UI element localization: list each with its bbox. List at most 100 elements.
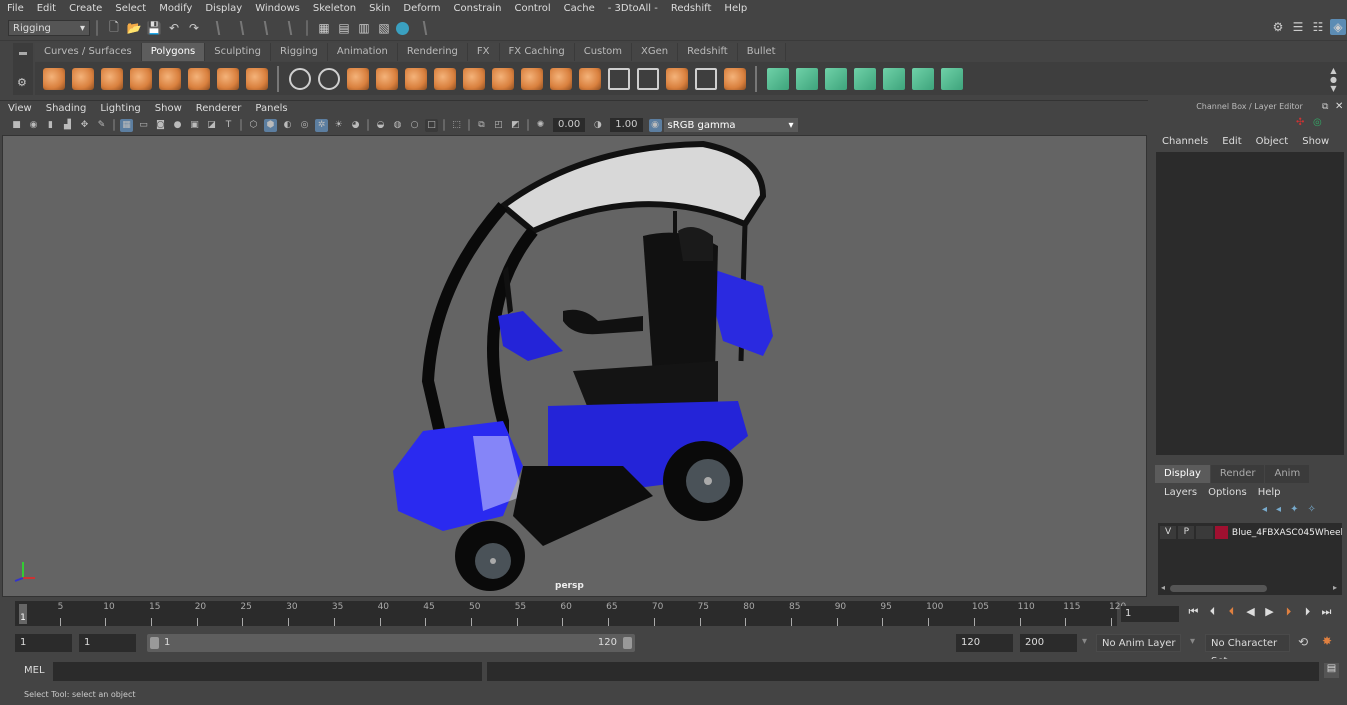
exposure-field[interactable]: 0.00 xyxy=(553,118,586,132)
layer-menu-layers[interactable]: Layers xyxy=(1164,487,1197,498)
spherical-uv-icon[interactable] xyxy=(824,67,847,90)
depth-of-field-icon[interactable]: ○ xyxy=(408,119,421,132)
step-forward-key-icon[interactable]: ⏵ xyxy=(1279,605,1298,619)
current-frame-field[interactable]: 1 xyxy=(1121,606,1179,622)
safe-title-icon[interactable]: T xyxy=(222,119,235,132)
shelf-tab-xgen[interactable]: XGen xyxy=(632,43,679,61)
gate-mask-icon[interactable]: ● xyxy=(171,119,184,132)
uv-toolkit-icon[interactable] xyxy=(911,67,934,90)
step-forward-frame-icon[interactable]: ⏵ xyxy=(1298,605,1317,619)
layer-tab-display[interactable]: Display xyxy=(1155,465,1210,483)
collapse-handle[interactable] xyxy=(211,21,221,35)
layer-tab-anim[interactable]: Anim xyxy=(1265,465,1310,483)
poly-cylinder-icon[interactable] xyxy=(100,67,123,90)
automatic-uv-icon[interactable] xyxy=(853,67,876,90)
menu-deform[interactable]: Deform xyxy=(403,3,440,14)
layer-menu-options[interactable]: Options xyxy=(1208,487,1247,498)
poly-cube-icon[interactable] xyxy=(71,67,94,90)
menu-set-dropdown[interactable]: Rigging ▾ xyxy=(8,20,90,36)
triangulate-icon[interactable] xyxy=(665,67,688,90)
merge-icon[interactable] xyxy=(520,67,543,90)
script-editor-icon[interactable]: ▤ xyxy=(1324,663,1339,678)
channel-list[interactable] xyxy=(1156,152,1344,455)
grid-icon[interactable]: ▦ xyxy=(120,118,133,132)
scroll-left-icon[interactable]: ◂ xyxy=(1161,583,1165,592)
motion-blur-icon[interactable]: ◒ xyxy=(374,119,387,132)
menu-file[interactable]: File xyxy=(7,3,24,14)
shelf-tab-rigging[interactable]: Rigging xyxy=(270,43,328,61)
render-settings-icon[interactable]: ▧ xyxy=(376,20,392,36)
open-scene-icon[interactable]: 📂 xyxy=(126,20,142,36)
shelf-tab-redshift[interactable]: Redshift xyxy=(678,43,738,61)
tool-settings-icon[interactable]: ☷ xyxy=(1310,19,1326,35)
xray-active-icon[interactable]: ◰ xyxy=(492,119,505,132)
go-to-end-icon[interactable]: ⏭ xyxy=(1317,605,1336,619)
default-material-icon[interactable]: ◐ xyxy=(281,119,294,132)
camera-attributes-icon[interactable]: ◉ xyxy=(27,119,40,132)
render-current-frame-icon[interactable]: ▦ xyxy=(316,20,332,36)
2d-pan-zoom-icon[interactable]: ✥ xyxy=(78,119,91,132)
anim-layer-chevron-icon[interactable]: ▾ xyxy=(1082,636,1087,647)
fill-hole-icon[interactable] xyxy=(723,67,746,90)
auto-key-icon[interactable]: ⟲ xyxy=(1298,635,1308,649)
range-slider[interactable]: 1 120 xyxy=(147,634,635,652)
menu-modify[interactable]: Modify xyxy=(159,3,192,14)
menu-cache[interactable]: Cache xyxy=(564,3,595,14)
float-panel-icon[interactable]: ⧉ xyxy=(1322,102,1328,112)
shelf-tab-bullet[interactable]: Bullet xyxy=(737,43,786,61)
color-space-dropdown[interactable]: sRGB gamma ▾ xyxy=(663,118,798,132)
character-set-chevron-icon[interactable]: ▾ xyxy=(1190,636,1195,647)
shelf-tabs-menu-icon[interactable] xyxy=(19,52,27,55)
collapse-handle[interactable] xyxy=(235,21,245,35)
shelf-tab-fx[interactable]: FX xyxy=(467,43,500,61)
poly-sphere-icon[interactable] xyxy=(42,67,65,90)
animation-end-field[interactable]: 200 xyxy=(1020,634,1077,652)
layer-tab-render[interactable]: Render xyxy=(1210,465,1265,483)
quadrangulate-icon[interactable] xyxy=(694,67,717,90)
safe-action-icon[interactable]: ◪ xyxy=(205,119,218,132)
target-weld-icon[interactable] xyxy=(578,67,601,90)
shelf-settings-gear-icon[interactable]: ⚙ xyxy=(17,76,27,89)
anti-aliasing-icon[interactable]: ◍ xyxy=(391,119,404,132)
new-empty-layer-icon[interactable]: ✦ xyxy=(1290,504,1298,515)
anim-layer-dropdown[interactable]: No Anim Layer xyxy=(1096,634,1181,652)
bookmark-icon[interactable]: ▮ xyxy=(44,119,57,132)
attribute-editor-icon[interactable]: ☰ xyxy=(1290,19,1306,35)
hypershade-icon[interactable] xyxy=(396,21,409,35)
menu-create[interactable]: Create xyxy=(69,3,102,14)
uv-editor-icon[interactable] xyxy=(882,67,905,90)
menu-3dtoall[interactable]: - 3DtoAll - xyxy=(608,3,658,14)
ipr-render-icon[interactable]: ▥ xyxy=(356,20,372,36)
gamma-icon[interactable]: ◑ xyxy=(591,119,604,132)
modeling-toolkit-icon[interactable]: ⚙ xyxy=(1270,19,1286,35)
smooth-icon[interactable] xyxy=(375,67,398,90)
gamma-field[interactable]: 1.00 xyxy=(610,118,643,132)
mirror-icon[interactable] xyxy=(346,67,369,90)
animation-start-field[interactable]: 1 xyxy=(15,634,72,652)
poly-pipe-icon[interactable] xyxy=(245,67,268,90)
shelf-tab-polygons[interactable]: Polygons xyxy=(141,43,206,61)
current-time-marker[interactable]: 1 xyxy=(19,604,27,624)
channel-box-menu-show[interactable]: Show xyxy=(1302,136,1329,147)
exposure-icon[interactable]: ✺ xyxy=(534,119,547,132)
render-sequence-icon[interactable]: ▤ xyxy=(336,20,352,36)
xray-joints-icon[interactable]: ⧉ xyxy=(475,119,488,132)
isolate-select-icon[interactable]: □ xyxy=(425,118,438,132)
viewport-menu-renderer[interactable]: Renderer xyxy=(196,103,242,114)
shelf-tab-curves-surfaces[interactable]: Curves / Surfaces xyxy=(35,43,142,61)
bevel-icon[interactable] xyxy=(549,67,572,90)
wireframe-icon[interactable]: ⬡ xyxy=(247,119,260,132)
new-layer-from-selection-icon[interactable]: ✧ xyxy=(1307,504,1315,515)
menu-skeleton[interactable]: Skeleton xyxy=(313,3,356,14)
move-layer-up-icon[interactable]: ◂ xyxy=(1262,504,1267,515)
shelf-tab-rendering[interactable]: Rendering xyxy=(397,43,468,61)
insert-edge-loop-icon[interactable] xyxy=(462,67,485,90)
collapse-handle[interactable] xyxy=(418,21,428,35)
poly-pyramid-icon[interactable] xyxy=(216,67,239,90)
menu-redshift[interactable]: Redshift xyxy=(671,3,712,14)
use-all-lights-icon[interactable]: ✲ xyxy=(315,118,328,132)
channel-box-menu-object[interactable]: Object xyxy=(1256,136,1289,147)
menu-skin[interactable]: Skin xyxy=(369,3,390,14)
shelf-tab-custom[interactable]: Custom xyxy=(574,43,633,61)
shelf-tab-fx-caching[interactable]: FX Caching xyxy=(499,43,575,61)
